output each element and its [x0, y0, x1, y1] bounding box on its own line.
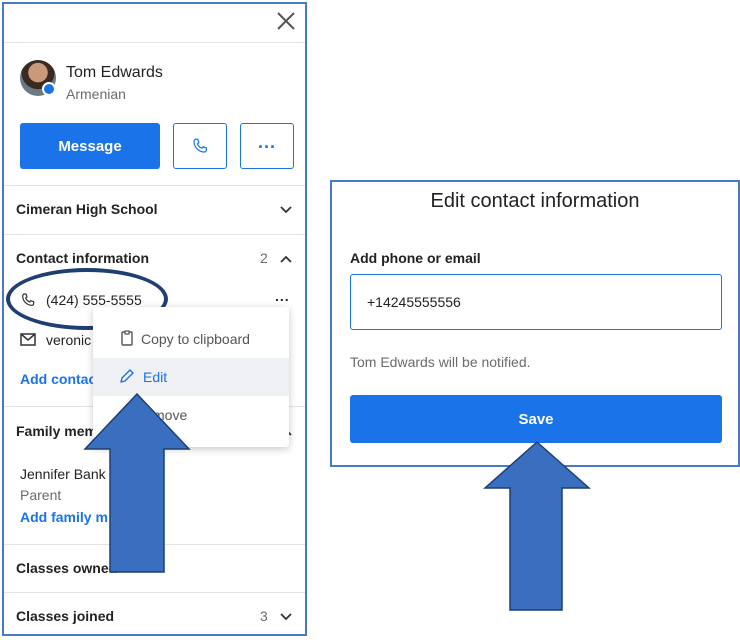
contact-count: 2 [260, 250, 268, 266]
divider [4, 42, 305, 43]
edit-contact-dialog: Edit contact information Add phone or em… [330, 180, 740, 467]
call-button[interactable] [173, 123, 227, 169]
notification-note: Tom Edwards will be notified. [350, 354, 531, 370]
phone-more-icon[interactable]: ... [275, 288, 290, 304]
classes-joined-title[interactable]: Classes joined [16, 608, 114, 624]
contact-name: Tom Edwards [66, 64, 163, 81]
message-button[interactable]: Message [20, 123, 160, 169]
chevron-down-icon[interactable] [279, 610, 293, 624]
divider [4, 592, 305, 593]
pencil-icon [120, 369, 134, 383]
arrow-up-annotation [483, 440, 591, 611]
chevron-down-icon[interactable] [279, 203, 293, 217]
phone-email-input[interactable] [350, 274, 722, 330]
add-contact-link[interactable]: Add contac [20, 371, 96, 387]
divider [4, 185, 305, 186]
classes-joined-count: 3 [260, 608, 268, 624]
menu-item-label: Edit [143, 369, 168, 385]
close-icon[interactable] [275, 10, 297, 32]
phone-icon [193, 138, 207, 153]
menu-item-copy[interactable]: Copy to clipboard [93, 320, 289, 358]
more-button[interactable]: ... [240, 123, 294, 169]
email-address: veronic [46, 332, 92, 348]
school-section-title[interactable]: Cimeran High School [16, 201, 158, 217]
contact-section-title[interactable]: Contact information [16, 250, 149, 266]
chevron-up-icon[interactable] [279, 252, 293, 266]
menu-item-label: Copy to clipboard [141, 331, 250, 347]
divider [4, 234, 305, 235]
field-label: Add phone or email [350, 250, 481, 266]
clipboard-icon [121, 330, 133, 346]
dialog-title: Edit contact information [430, 190, 640, 212]
menu-item-edit[interactable]: Edit [93, 358, 289, 396]
mail-icon [20, 333, 36, 346]
more-icon: ... [257, 131, 276, 152]
save-button[interactable]: Save [350, 395, 722, 443]
messenger-badge-icon [42, 82, 56, 96]
contact-language: Armenian [66, 86, 126, 102]
arrow-up-annotation [83, 392, 191, 573]
family-member-role: Parent [20, 487, 62, 503]
